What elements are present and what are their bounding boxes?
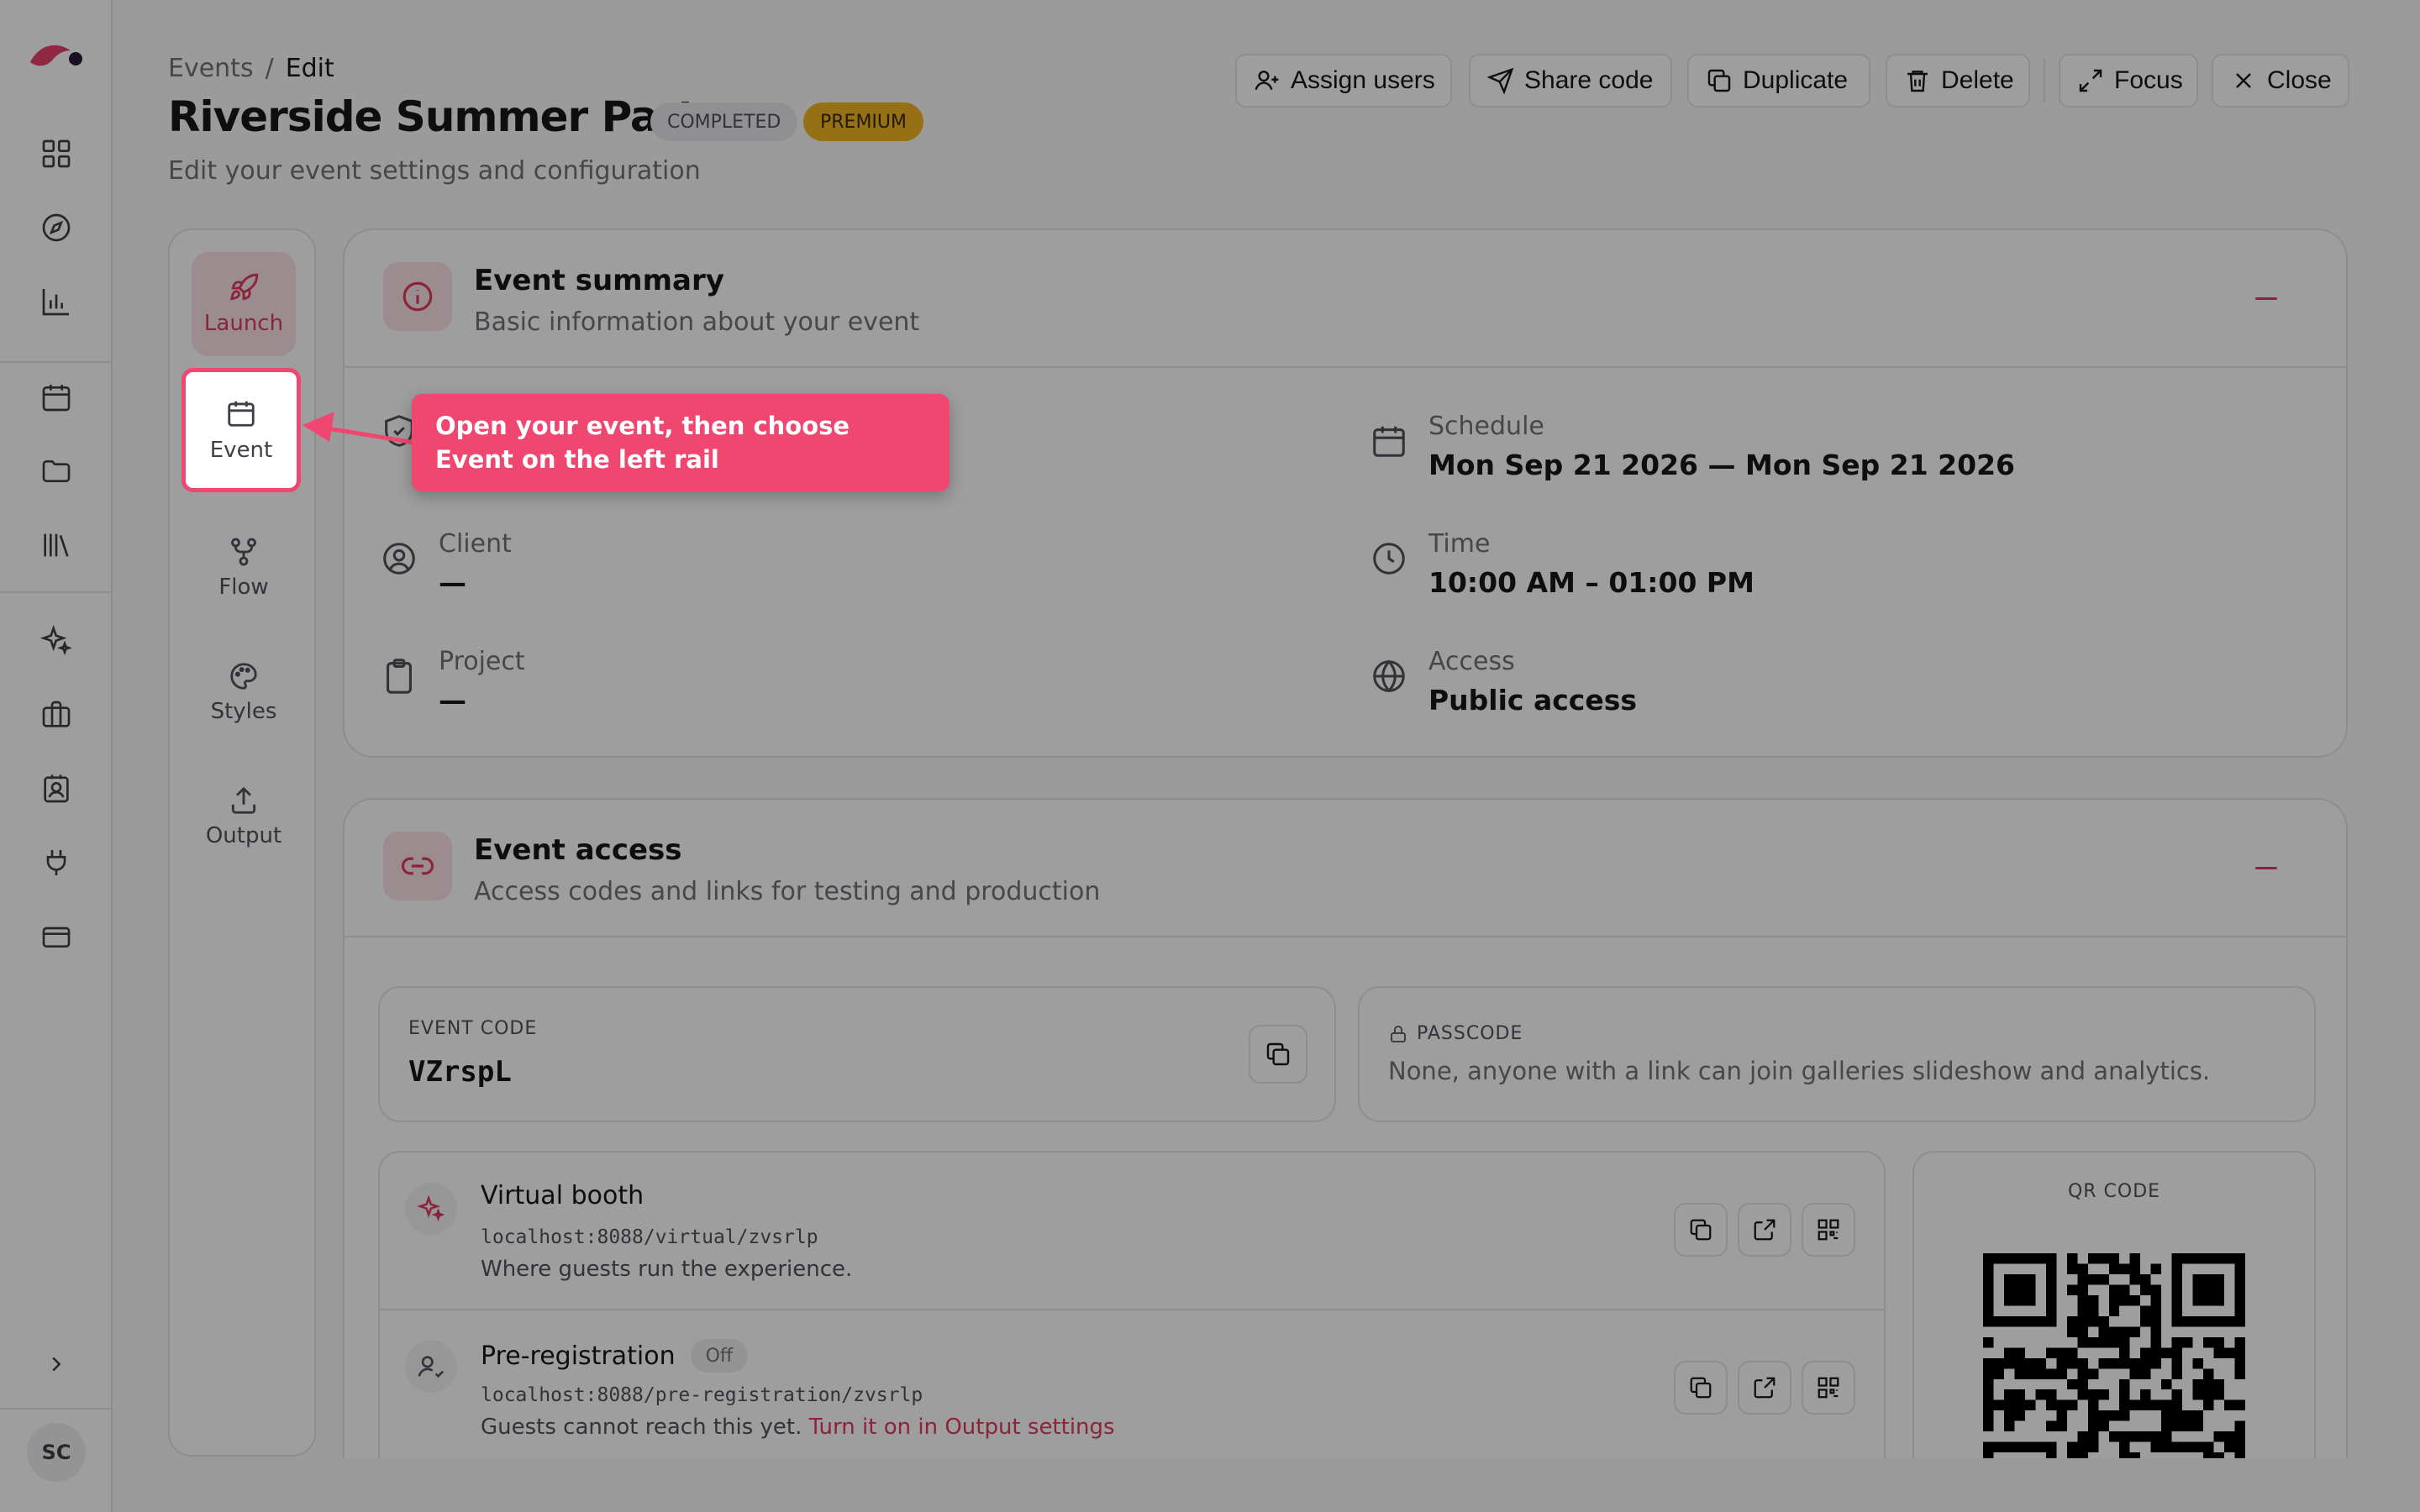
step-event-label: Event: [209, 438, 273, 463]
tour-overlay: [0, 0, 2420, 1512]
tour-arrow-icon: [302, 412, 421, 446]
tour-callout: Open your event, then choose Event on th…: [412, 394, 950, 491]
calendar-icon: [228, 401, 255, 427]
step-event[interactable]: Event: [182, 368, 301, 492]
